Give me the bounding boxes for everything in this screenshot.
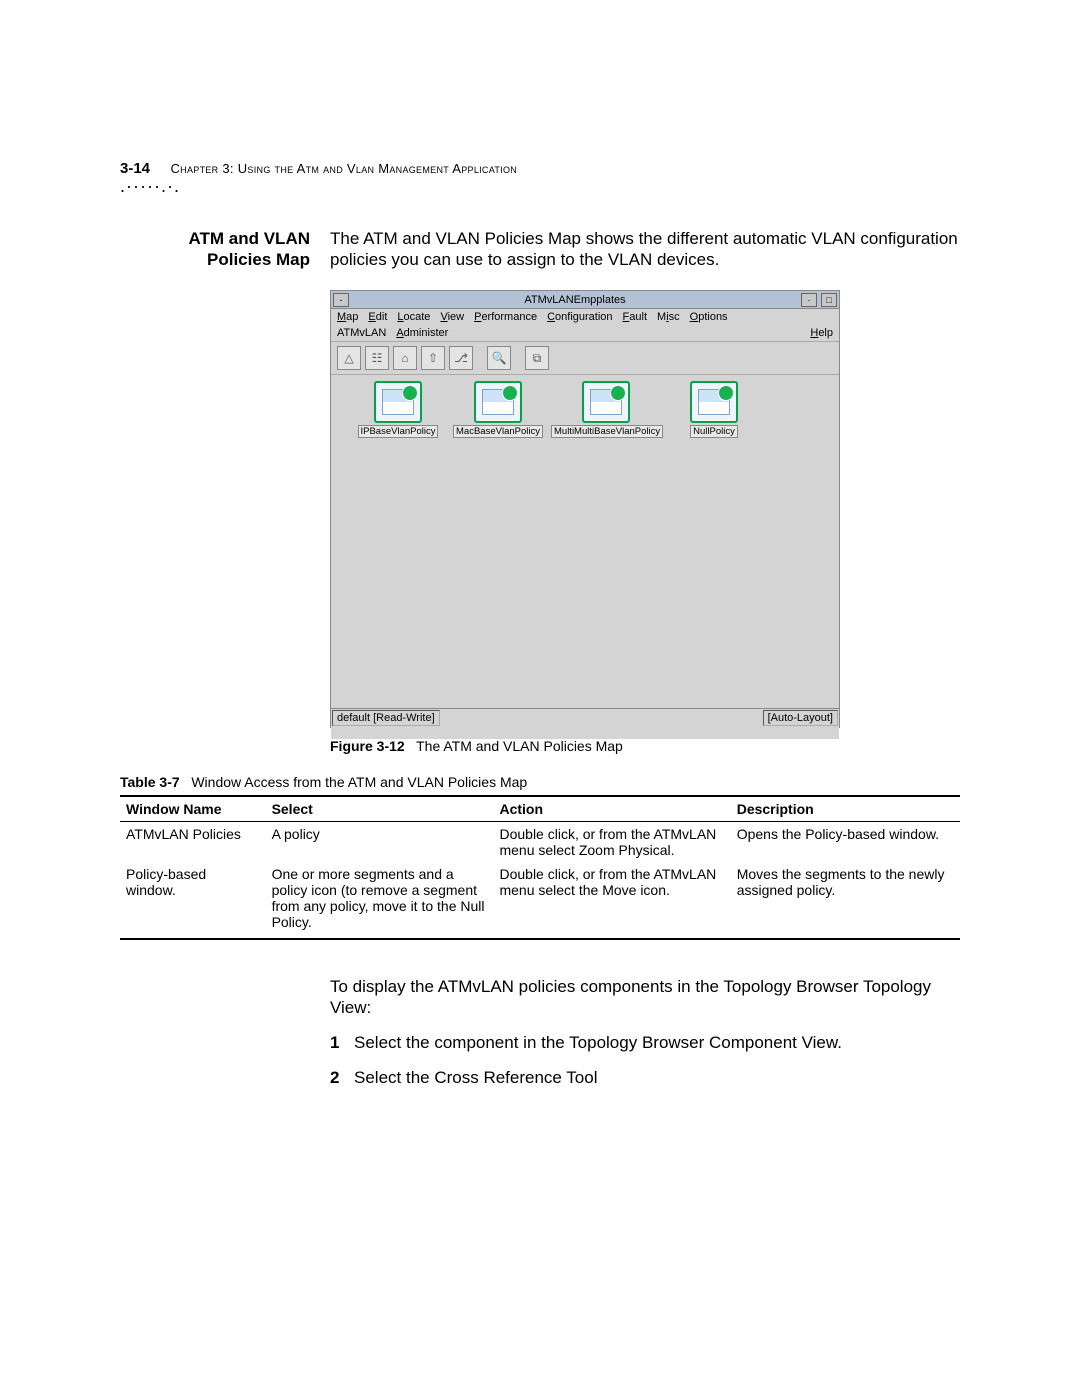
statusbar: default [Read-Write] [Auto-Layout] xyxy=(331,708,839,727)
figure-text: The ATM and VLAN Policies Map xyxy=(416,738,623,754)
section-atm-vlan-policies-map: ATM and VLAN Policies Map The ATM and VL… xyxy=(170,228,960,270)
step-text: Select the Cross Reference Tool xyxy=(354,1067,597,1088)
section-title-line2: Policies Map xyxy=(207,250,310,269)
policy-multi-multi-base-vlan[interactable]: MultiMultiBaseVlanPolicy xyxy=(551,381,661,438)
house-icon[interactable]: ⌂ xyxy=(393,346,417,370)
system-menu-button[interactable]: - xyxy=(333,293,349,307)
menu-edit[interactable]: Edit xyxy=(368,311,387,323)
policy-icon xyxy=(690,381,738,423)
menu-configuration[interactable]: Configuration xyxy=(547,311,612,323)
magnifier-icon[interactable]: 🔍 xyxy=(487,346,511,370)
step-1: 1 Select the component in the Topology B… xyxy=(330,1032,950,1053)
maximize-button[interactable]: □ xyxy=(821,293,837,307)
status-right: [Auto-Layout] xyxy=(763,710,838,726)
chapter-title: Chapter 3: Using the Atm and Vlan Manage… xyxy=(170,161,517,176)
menu-help[interactable]: Help xyxy=(810,327,833,339)
policy-label: NullPolicy xyxy=(690,425,738,438)
policy-ip-base-vlan[interactable]: IPBaseVlanPolicy xyxy=(351,381,445,438)
document-page: 3-14 Chapter 3: Using the Atm and Vlan M… xyxy=(0,0,1080,1397)
bottom-text: To display the ATMvLAN policies componen… xyxy=(330,976,950,1088)
cell-window-name: Policy-based window. xyxy=(120,862,266,939)
cell-action: Double click, or from the ATMvLAN menu s… xyxy=(493,822,730,863)
triangle-icon[interactable]: △ xyxy=(337,346,361,370)
net-icon[interactable]: ☷ xyxy=(365,346,389,370)
th-select: Select xyxy=(266,796,494,822)
status-left: default [Read-Write] xyxy=(332,710,440,726)
menu-misc[interactable]: Misc xyxy=(657,311,680,323)
policy-icon xyxy=(582,381,630,423)
policy-label: MacBaseVlanPolicy xyxy=(453,425,543,438)
stack-icon[interactable]: ⧉ xyxy=(525,346,549,370)
cell-action: Double click, or from the ATMvLAN menu s… xyxy=(493,862,730,939)
menu-fault[interactable]: Fault xyxy=(623,311,647,323)
menu-locate[interactable]: Locate xyxy=(397,311,430,323)
cell-description: Moves the segments to the newly assigned… xyxy=(731,862,960,939)
anchor-icon[interactable]: ⎇ xyxy=(449,346,473,370)
th-window-name: Window Name xyxy=(120,796,266,822)
policy-null[interactable]: NullPolicy xyxy=(667,381,761,438)
cell-select: A policy xyxy=(266,822,494,863)
policy-icon xyxy=(474,381,522,423)
section-body: The ATM and VLAN Policies Map shows the … xyxy=(330,228,960,270)
step-text: Select the component in the Topology Bro… xyxy=(354,1032,842,1053)
header-dots: .·····.·. xyxy=(120,176,517,197)
table-row: ATMvLAN Policies A policy Double click, … xyxy=(120,822,960,863)
menubar-row2: ATMvLAN Administer Help xyxy=(331,325,839,341)
window-title: ATMvLANEmpplates xyxy=(351,294,799,306)
policy-label: IPBaseVlanPolicy xyxy=(358,425,439,438)
policies-canvas[interactable]: IPBaseVlanPolicy MacBaseVlanPolicy Multi… xyxy=(331,375,839,739)
menu-administer[interactable]: Administer xyxy=(396,327,448,339)
menu-map[interactable]: Map xyxy=(337,311,358,323)
th-action: Action xyxy=(493,796,730,822)
page-number: 3-14 xyxy=(120,160,150,177)
minimize-button[interactable]: · xyxy=(801,293,817,307)
figure-caption: Figure 3-12 The ATM and VLAN Policies Ma… xyxy=(330,738,623,754)
up-arrow-icon[interactable]: ⇧ xyxy=(421,346,445,370)
policy-label: MultiMultiBaseVlanPolicy xyxy=(551,425,663,438)
policy-icon xyxy=(374,381,422,423)
policy-mac-base-vlan[interactable]: MacBaseVlanPolicy xyxy=(451,381,545,438)
section-title-line1: ATM and VLAN xyxy=(188,229,310,248)
toolbar: △ ☷ ⌂ ⇧ ⎇ 🔍 ⧉ xyxy=(331,341,839,375)
table-row: Policy-based window. One or more segment… xyxy=(120,862,960,939)
section-title: ATM and VLAN Policies Map xyxy=(170,228,310,270)
figure-label: Figure 3-12 xyxy=(330,738,405,754)
window-access-table: Window Name Select Action Description AT… xyxy=(120,795,960,940)
cell-description: Opens the Policy-based window. xyxy=(731,822,960,863)
menubar-row1: Map Edit Locate View Performance Configu… xyxy=(331,309,839,325)
step-number: 1 xyxy=(330,1032,346,1053)
atm-vlan-policies-window: - ATMvLANEmpplates · □ Map Edit Locate V… xyxy=(330,290,840,728)
page-header: 3-14 Chapter 3: Using the Atm and Vlan M… xyxy=(120,160,517,197)
menu-performance[interactable]: Performance xyxy=(474,311,537,323)
window-titlebar: - ATMvLANEmpplates · □ xyxy=(331,291,839,309)
instructions-intro: To display the ATMvLAN policies componen… xyxy=(330,976,950,1018)
menu-atmvlan[interactable]: ATMvLAN xyxy=(337,327,386,339)
table-title: Table 3-7 Window Access from the ATM and… xyxy=(120,774,527,790)
table-title-text: Window Access from the ATM and VLAN Poli… xyxy=(191,774,527,790)
cell-select: One or more segments and a policy icon (… xyxy=(266,862,494,939)
table-header-row: Window Name Select Action Description xyxy=(120,796,960,822)
step-number: 2 xyxy=(330,1067,346,1088)
step-2: 2 Select the Cross Reference Tool xyxy=(330,1067,950,1088)
cell-window-name: ATMvLAN Policies xyxy=(120,822,266,863)
menu-options[interactable]: Options xyxy=(690,311,728,323)
table-label: Table 3-7 xyxy=(120,774,180,790)
th-description: Description xyxy=(731,796,960,822)
menu-view[interactable]: View xyxy=(440,311,464,323)
